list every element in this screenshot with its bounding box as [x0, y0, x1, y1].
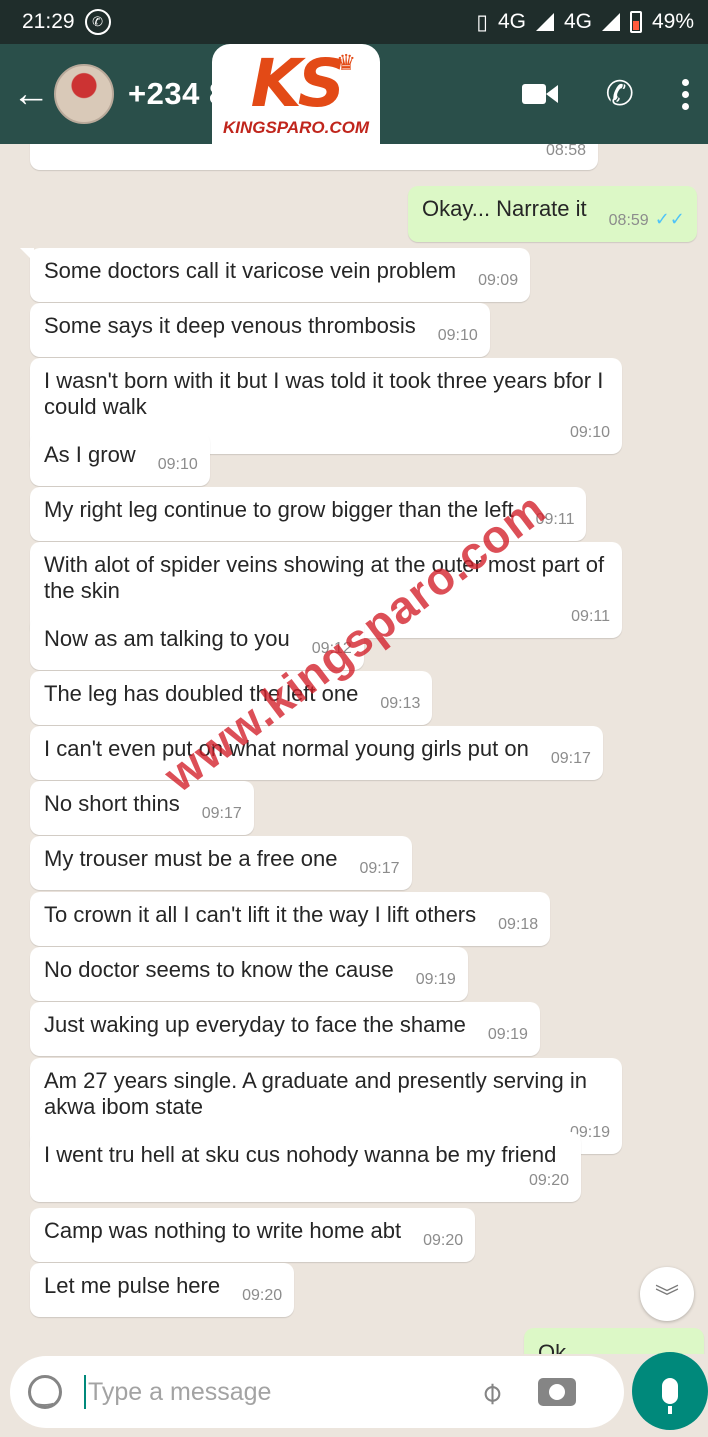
status-bar: 21:29 ✆ ▯ 4G 4G 49% [0, 0, 708, 44]
message-input[interactable] [88, 1377, 478, 1407]
message-bubble[interactable]: Some doctors call it varicose vein probl… [20, 248, 531, 302]
battery-percent: 49% [651, 10, 694, 33]
kingsparo-logo: ♛ KS KINGSPARO.COM [212, 44, 380, 164]
phone-icon[interactable]: ✆ [606, 74, 635, 114]
message-text: As I grow [44, 442, 136, 467]
microphone-icon [662, 1378, 678, 1414]
message-text: Let me pulse here [44, 1273, 221, 1298]
status-time: 21:29 [22, 10, 75, 33]
message-text: Am 27 years single. A graduate and prese… [44, 1068, 587, 1119]
menu-icon[interactable] [682, 78, 690, 110]
video-call-icon[interactable] [521, 82, 558, 106]
message-time: 09:13 [380, 695, 421, 712]
message-bubble[interactable]: As I grow 09:10 [30, 432, 210, 486]
message-text: My right leg continue to grow bigger tha… [44, 497, 514, 522]
message-bubble[interactable]: Some says it deep venous thrombosis 09:1… [30, 303, 490, 357]
read-ticks-icon: ✓✓ [654, 209, 685, 229]
signal-icon-2 [601, 13, 620, 31]
message-text: Okay... Narrate it [422, 196, 587, 221]
message-text: Some says it deep venous thrombosis [44, 313, 416, 338]
message-time: 09:17 [359, 860, 400, 877]
chevron-double-down-icon: ︾ [655, 1283, 679, 1311]
message-time: 09:10 [437, 327, 478, 344]
message-time: 09:17 [550, 750, 591, 767]
emoji-icon[interactable] [28, 1375, 62, 1409]
message-bubble-out[interactable]: Okay... Narrate it 08:59 ✓✓ [408, 186, 697, 242]
message-time: 08:58 [545, 144, 586, 159]
camera-icon[interactable] [538, 1378, 577, 1406]
avatar[interactable] [54, 64, 114, 124]
message-composer: ⌀ [10, 1356, 624, 1428]
back-arrow-icon[interactable]: ← [12, 73, 50, 116]
message-text: Camp was nothing to write home abt [44, 1218, 402, 1243]
voice-record-button[interactable] [632, 1352, 708, 1430]
message-bubble[interactable]: No short thins 09:17 [30, 781, 254, 835]
message-bubble[interactable]: Just waking up everyday to face the sham… [30, 1002, 540, 1056]
message-text: Now as am talking to you [44, 626, 290, 651]
message-bubble[interactable]: Let me pulse here 09:20 [30, 1263, 295, 1317]
message-time: 09:20 [423, 1232, 464, 1249]
message-text: Ok [538, 1340, 567, 1354]
message-time: 09:19 [487, 1026, 528, 1043]
message-time: 08:59 ✓✓ [608, 209, 685, 229]
message-text: I wasn't born with it but I was told it … [44, 368, 604, 419]
signal-icon [535, 13, 554, 31]
network-label-1: 4G [497, 10, 526, 33]
message-bubble-out[interactable]: Ok [524, 1328, 704, 1354]
message-bubble[interactable]: To crown it all I can't lift it the way … [30, 892, 551, 946]
bubble-tail [20, 248, 34, 262]
message-text: To crown it all I can't lift it the way … [44, 902, 477, 927]
message-text: My trouser must be a free one [44, 846, 338, 871]
logo-site: KINGSPARO.COM [222, 118, 370, 137]
whatsapp-notification-icon: ✆ [84, 9, 111, 35]
message-time: 09:09 [478, 272, 519, 289]
crown-icon: ♛ [336, 50, 356, 75]
vibrate-icon: ▯ [476, 10, 488, 34]
message-time: 09:20 [242, 1287, 283, 1304]
network-label-2: 4G [563, 10, 592, 33]
message-bubble[interactable]: I went tru hell at sku cus nohody wanna … [30, 1132, 581, 1202]
message-text: Just waking up everyday to face the sham… [44, 1012, 466, 1037]
message-text: No doctor seems to know the cause [44, 957, 394, 982]
message-bubble[interactable]: I can't even put on what normal young gi… [30, 726, 603, 780]
message-bubble[interactable]: No doctor seems to know the cause 09:19 [30, 947, 468, 1001]
message-text: No short thins [44, 791, 180, 816]
message-text: Some doctors call it varicose vein probl… [44, 258, 457, 283]
message-bubble[interactable]: Camp was nothing to write home abt 09:20 [30, 1208, 476, 1262]
text-caret [84, 1375, 86, 1409]
message-time: 09:10 [157, 456, 198, 473]
scroll-down-button[interactable]: ︾ [640, 1267, 694, 1321]
message-text: With alot of spider veins showing at the… [44, 552, 605, 603]
message-time: 09:18 [498, 916, 539, 933]
message-time: 09:19 [415, 971, 456, 988]
battery-icon [629, 11, 642, 33]
message-text: I can't even put on what normal young gi… [44, 736, 529, 761]
message-bubble[interactable]: My trouser must be a free one 09:17 [30, 836, 412, 890]
message-list[interactable]: 08:58 Okay... Narrate it 08:59 ✓✓ Some do… [0, 144, 708, 1354]
message-time: 09:17 [201, 805, 242, 822]
message-text: I went tru hell at sku cus nohody wanna … [44, 1142, 557, 1167]
message-time: 09:20 [528, 1172, 569, 1189]
